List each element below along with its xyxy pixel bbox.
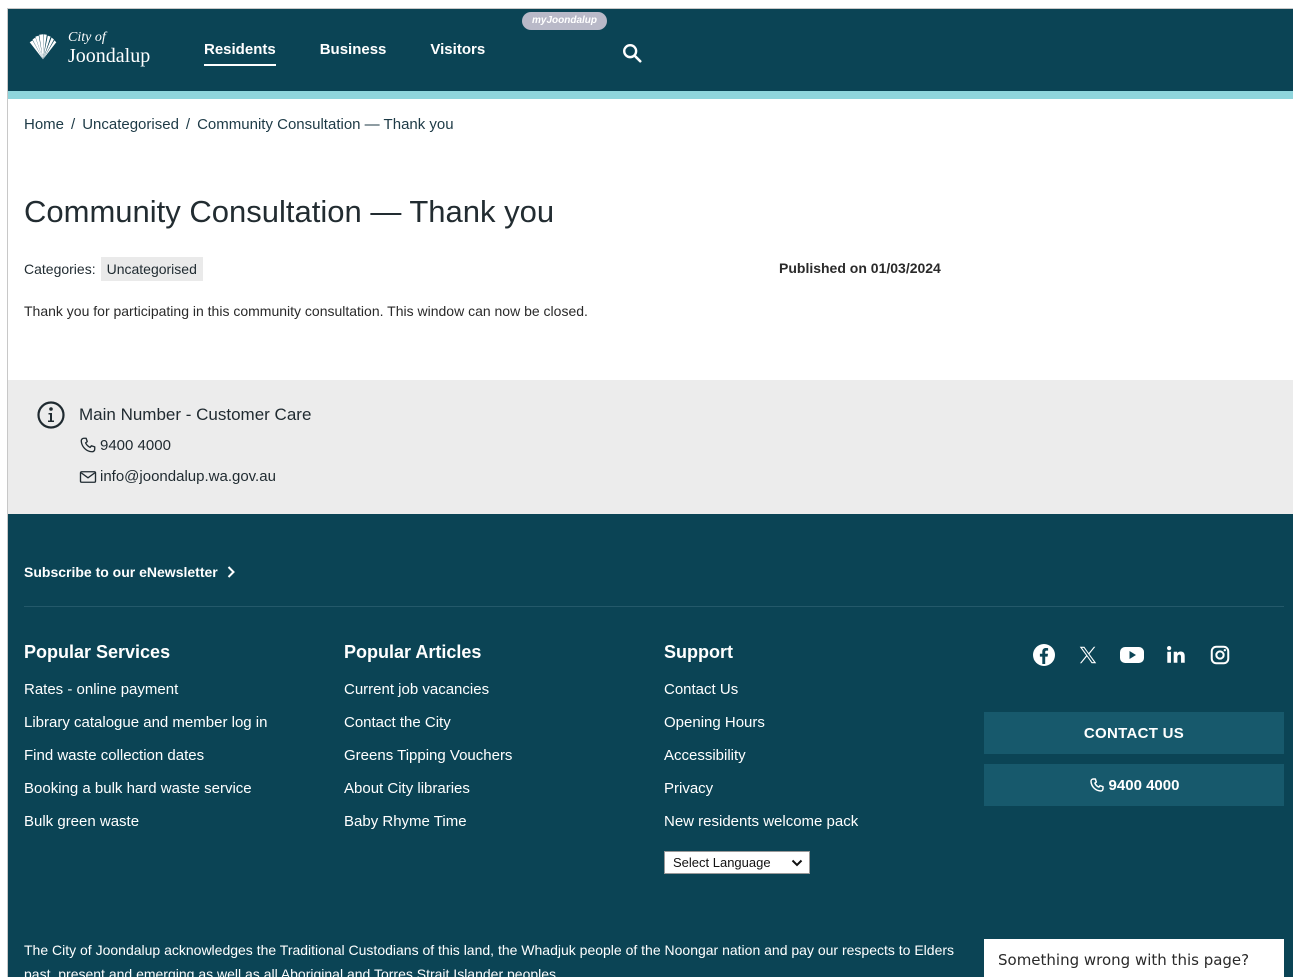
categories-row: Categories: Uncategorised	[24, 257, 203, 281]
contact-us-button[interactable]: CONTACT US	[984, 712, 1284, 754]
contact-band: Main Number - Customer Care 9400 4000 in…	[8, 380, 1293, 514]
browser-viewport: City of Joondalup Residents Business Vis…	[7, 8, 1293, 977]
logo-line-1: City of	[68, 29, 106, 45]
youtube-icon[interactable]	[1119, 642, 1145, 668]
footer-link[interactable]: Bulk green waste	[24, 812, 267, 831]
phone-icon	[1089, 778, 1104, 792]
footer-link[interactable]: Library catalogue and member log in	[24, 713, 267, 732]
footer-link[interactable]: About City libraries	[344, 779, 512, 798]
page-title: Community Consultation — Thank you	[24, 194, 555, 229]
site-logo[interactable]: City of Joondalup	[24, 29, 150, 67]
myjoondalup-link[interactable]: myJoondalup	[522, 12, 608, 30]
footer-link[interactable]: Find waste collection dates	[24, 746, 267, 765]
acknowledgement-text: The City of Joondalup acknowledges the T…	[24, 942, 955, 977]
footer-link[interactable]: Opening Hours	[664, 713, 858, 732]
breadcrumb: Home / Uncategorised / Community Consultatio…	[24, 116, 454, 133]
site-header: City of Joondalup Residents Business Vis…	[8, 9, 1293, 91]
chevron-down-icon	[791, 859, 803, 866]
footer-link[interactable]: Current job vacancies	[344, 680, 512, 699]
footer-col-support: Support Contact Us Opening Hours Accessi…	[664, 642, 858, 845]
footer-link[interactable]: New residents welcome pack	[664, 812, 858, 831]
footer-col-title: Support	[664, 642, 733, 662]
footer-link[interactable]: Accessibility	[664, 746, 858, 765]
language-select[interactable]: Select Language	[664, 851, 810, 874]
site-footer: Subscribe to our eNewsletter Popular Ser…	[8, 514, 1293, 977]
logo-line-2: Joondalup	[68, 44, 151, 67]
logo-shell-icon	[29, 34, 57, 60]
breadcrumb-current: Community Consultation — Thank you	[197, 116, 454, 133]
phone-icon	[80, 437, 96, 453]
linkedin-icon[interactable]	[1163, 642, 1189, 668]
contact-title: Main Number - Customer Care	[79, 405, 312, 424]
contact-email[interactable]: info@joondalup.wa.gov.au	[79, 468, 276, 485]
chevron-right-icon	[227, 566, 235, 578]
info-icon	[37, 401, 65, 429]
breadcrumb-separator: /	[71, 116, 76, 133]
footer-divider	[24, 606, 1284, 607]
footer-col-title: Popular Services	[24, 642, 171, 662]
footer-link[interactable]: Privacy	[664, 779, 858, 798]
footer-col-title: Popular Articles	[344, 642, 482, 662]
breadcrumb-separator: /	[185, 116, 191, 133]
search-icon[interactable]	[621, 42, 643, 64]
breadcrumb-uncategorised[interactable]: Uncategorised	[82, 116, 179, 133]
main-nav: Residents Business Visitors	[204, 41, 529, 66]
footer-link[interactable]: Booking a bulk hard waste service	[24, 779, 267, 798]
phone-button-label: 9400 4000	[1108, 776, 1180, 794]
footer-link[interactable]: Greens Tipping Vouchers	[344, 746, 512, 765]
category-badge[interactable]: Uncategorised	[100, 257, 203, 281]
feedback-button[interactable]: Something wrong with this page?	[984, 939, 1284, 977]
instagram-icon[interactable]	[1207, 642, 1233, 668]
mail-icon	[79, 470, 97, 483]
contact-phone[interactable]: 9400 4000	[79, 436, 171, 454]
footer-col-articles: Popular Articles Current job vacancies C…	[344, 642, 512, 845]
subscribe-link[interactable]: Subscribe to our eNewsletter	[24, 564, 238, 580]
breadcrumb-home[interactable]: Home	[24, 116, 64, 133]
contact-email-text: info@joondalup.wa.gov.au	[100, 468, 276, 485]
footer-link[interactable]: Contact Us	[664, 680, 858, 699]
nav-business[interactable]: Business	[320, 41, 387, 66]
footer-link[interactable]: Contact the City	[344, 713, 512, 732]
categories-label: Categories:	[24, 261, 96, 277]
header-accent-stripe	[8, 91, 1293, 99]
x-icon[interactable]	[1075, 642, 1101, 668]
nav-visitors[interactable]: Visitors	[430, 41, 485, 66]
footer-link[interactable]: Baby Rhyme Time	[344, 812, 512, 831]
contact-phone-text: 9400 4000	[100, 436, 171, 454]
footer-col-services: Popular Services Rates - online payment …	[24, 642, 267, 845]
nav-residents[interactable]: Residents	[204, 41, 276, 66]
language-select-value: Select Language	[673, 855, 771, 870]
body-text: Thank you for participating in this comm…	[24, 303, 588, 319]
social-links	[1031, 642, 1251, 668]
facebook-icon[interactable]	[1031, 642, 1057, 668]
subscribe-label: Subscribe to our eNewsletter	[24, 564, 218, 580]
published-date: Published on 01/03/2024	[779, 260, 941, 276]
phone-button[interactable]: 9400 4000	[984, 764, 1284, 806]
footer-link[interactable]: Rates - online payment	[24, 680, 267, 699]
